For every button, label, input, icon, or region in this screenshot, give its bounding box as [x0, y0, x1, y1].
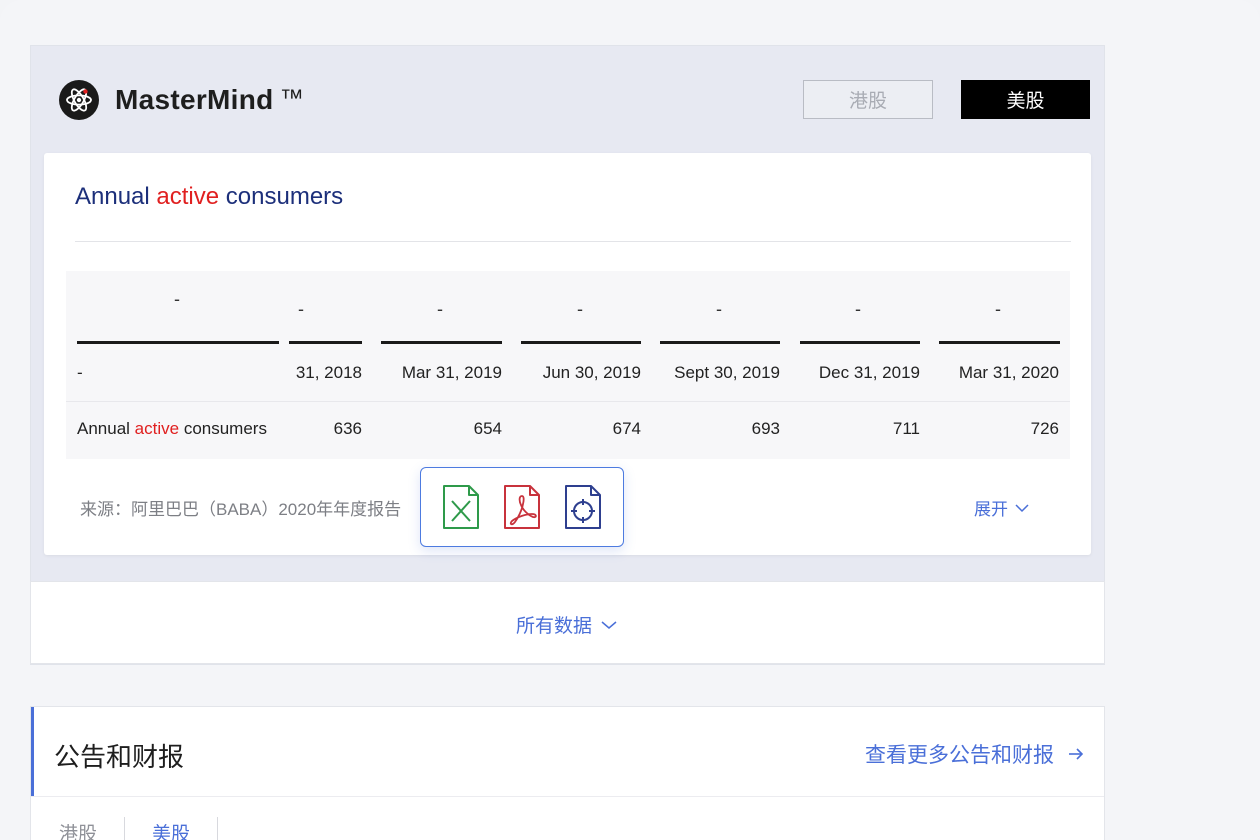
header-underline: [521, 341, 641, 344]
atom-logo-icon: [59, 80, 99, 120]
chevron-down-icon: [601, 620, 617, 629]
header-cell: -: [716, 299, 722, 319]
brand-name: MasterMind ™: [115, 84, 304, 115]
locate-icon[interactable]: [563, 484, 603, 530]
header-underline: [289, 341, 362, 344]
hk-market-button[interactable]: 港股: [803, 80, 933, 119]
excel-icon[interactable]: [441, 484, 481, 530]
view-more-label: 查看更多公告和财报: [865, 744, 1054, 767]
row-label: Annual active consumers: [77, 419, 267, 438]
header-cell: -: [298, 299, 304, 319]
value-cell: 711: [892, 419, 920, 438]
value-cell: 636: [333, 419, 362, 438]
pdf-icon[interactable]: [502, 484, 542, 530]
date-cell: 31, 2018: [295, 363, 362, 382]
header-cell: -: [437, 299, 443, 319]
brand: MasterMind ™: [59, 80, 304, 120]
header-underline: [77, 341, 279, 344]
date-cell: Jun 30, 2019: [542, 363, 641, 382]
stock-panel: MasterMind ™ 港股 美股 Annual active consumer…: [30, 45, 1105, 665]
header-underline: [939, 341, 1060, 344]
header-underline: [381, 341, 502, 344]
value-cell: 674: [612, 419, 641, 438]
announcements-section: 公告和财报 查看更多公告和财报 港股 美股: [30, 706, 1105, 840]
card-title: Annual active consumers: [75, 183, 344, 210]
header-cell: -: [855, 299, 861, 319]
us-market-button[interactable]: 美股: [961, 80, 1090, 119]
date-cell: Mar 31, 2019: [401, 363, 502, 382]
tab-separator: [124, 817, 125, 840]
date-cell: Sept 30, 2019: [674, 363, 780, 382]
tab-us[interactable]: 美股: [152, 819, 190, 840]
trademark-symbol: ™: [279, 85, 304, 112]
tab-separator: [217, 817, 218, 840]
header-cell: -: [995, 299, 1001, 319]
expand-link[interactable]: 展开: [974, 495, 1029, 520]
section-accent-bar: [31, 707, 34, 796]
divider: [75, 241, 1071, 242]
value-cell: 654: [473, 419, 502, 438]
value-cell: 726: [1030, 419, 1059, 438]
arrow-right-icon: [1069, 748, 1084, 760]
data-table: - - - - - - - - 31, 2018 Mar 31, 2019 Ju…: [66, 271, 1070, 459]
all-data-bar: 所有数据: [30, 581, 1105, 664]
tab-hk[interactable]: 港股: [59, 819, 97, 840]
header-cell: -: [174, 289, 180, 309]
all-data-link[interactable]: 所有数据: [516, 611, 617, 638]
all-data-label: 所有数据: [516, 616, 593, 637]
view-more-link[interactable]: 查看更多公告和财报: [865, 739, 1084, 769]
value-cell: 693: [751, 419, 780, 438]
source-text: 来源：阿里巴巴（BABA）2020年年度报告: [80, 500, 402, 519]
chevron-down-icon: [1015, 503, 1029, 512]
date-cell: -: [77, 363, 83, 382]
date-cell: Mar 31, 2020: [958, 363, 1059, 382]
header-underline: [800, 341, 920, 344]
header-underline: [660, 341, 780, 344]
section-title: 公告和财报: [54, 742, 185, 772]
expand-label: 展开: [974, 500, 1008, 519]
date-cell: Dec 31, 2019: [818, 363, 920, 382]
export-popup: [420, 467, 624, 547]
divider: [31, 796, 1104, 797]
header-cell: -: [577, 299, 583, 319]
